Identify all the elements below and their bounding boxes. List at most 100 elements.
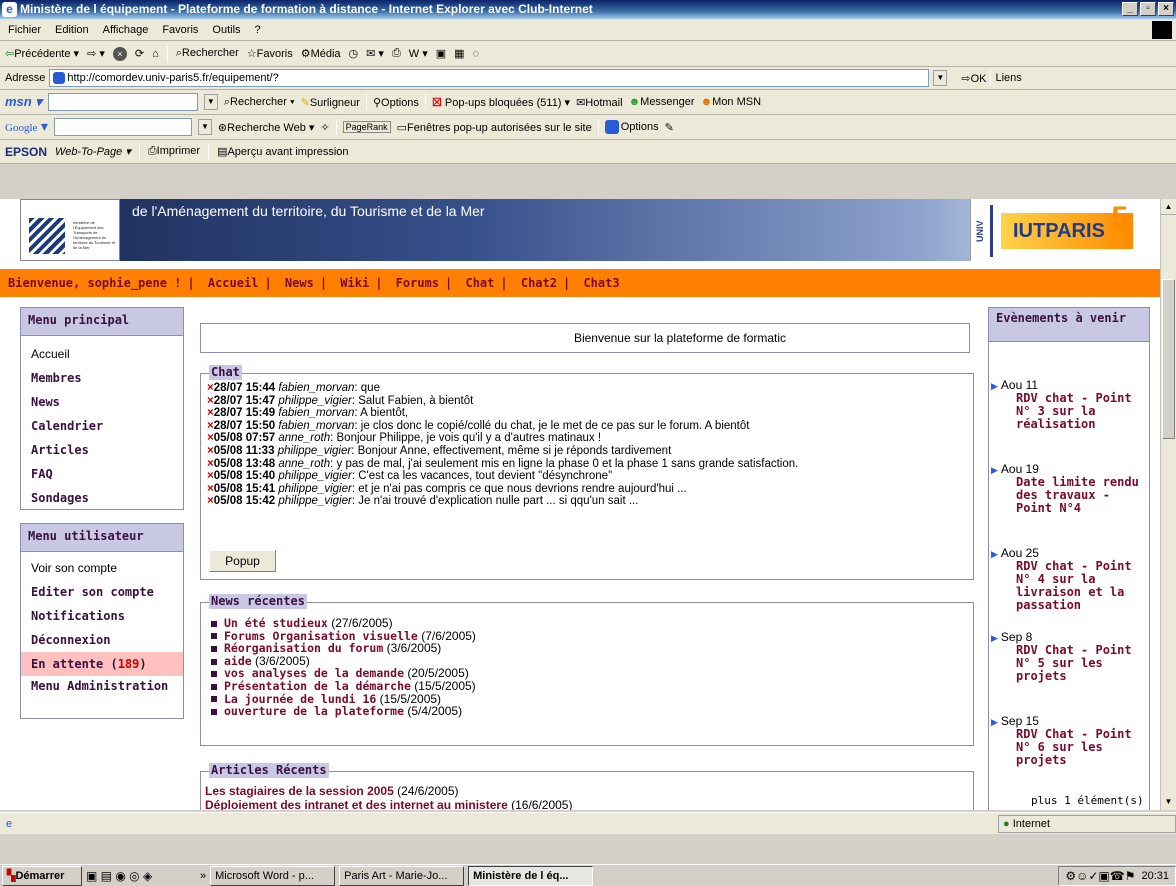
- window-title-bar[interactable]: e Ministère de l équipement - Plateforme…: [0, 0, 1176, 19]
- event-link[interactable]: RDV Chat - Point N° 5 sur les projets: [989, 644, 1149, 683]
- menu-item-membres[interactable]: Membres: [21, 366, 183, 390]
- task-ministere[interactable]: Ministère de l éq...: [468, 865, 594, 886]
- links-button[interactable]: Liens: [995, 72, 1021, 84]
- chat-popup-button[interactable]: Popup: [209, 550, 276, 572]
- article-link[interactable]: Les stagiaires de la session 2005: [205, 784, 394, 798]
- google-options-button[interactable]: Options: [604, 120, 659, 134]
- menu-outils[interactable]: Outils: [212, 24, 240, 36]
- delete-message-icon[interactable]: ×: [207, 483, 214, 495]
- event-link[interactable]: RDV chat - Point N° 3 sur la réalisation: [989, 392, 1149, 431]
- minimize-button[interactable]: _: [1122, 2, 1138, 16]
- chat-user[interactable]: fabien_morvan: [278, 420, 354, 432]
- tray-icons[interactable]: ⚙☺✓▣☎⚑: [1065, 869, 1135, 883]
- favorites-button[interactable]: ☆Favoris: [247, 47, 293, 60]
- nav-chat[interactable]: Chat: [465, 276, 494, 290]
- popup-blocked-button[interactable]: ☒ Pop-ups bloquées (511) ▾: [432, 96, 570, 109]
- event-link[interactable]: RDV chat - Point N° 4 sur la livraison e…: [989, 560, 1149, 612]
- delete-message-icon[interactable]: ×: [207, 445, 214, 457]
- back-button[interactable]: ⇦Précédente ▾: [5, 47, 79, 60]
- menu-item-news[interactable]: News: [21, 390, 183, 414]
- page-scrollbar[interactable]: ▲ ▼: [1160, 199, 1176, 810]
- menu-edition[interactable]: Edition: [55, 24, 89, 36]
- google-search-web-button[interactable]: ⊛Recherche Web ▾: [218, 121, 314, 134]
- task-word[interactable]: Microsoft Word - p...: [210, 865, 336, 886]
- triangle-right-icon[interactable]: ▶: [991, 717, 998, 727]
- menu-help[interactable]: ?: [255, 24, 261, 36]
- nav-wiki[interactable]: Wiki: [340, 276, 369, 290]
- triangle-right-icon[interactable]: ▶: [991, 381, 998, 391]
- maximize-button[interactable]: ▫: [1140, 2, 1156, 16]
- home-icon[interactable]: ⌂: [152, 48, 159, 60]
- close-button[interactable]: ×: [1158, 2, 1174, 16]
- nav-news[interactable]: News: [285, 276, 314, 290]
- pencil-icon[interactable]: ✎: [665, 121, 674, 134]
- quick-launch[interactable]: ▣ ▤ ◉ ◎ ◈: [86, 869, 196, 883]
- start-button[interactable]: ▚Démarrer: [2, 865, 82, 886]
- chat-user[interactable]: philippe_vigier: [278, 495, 352, 507]
- web-to-page-button[interactable]: Web-To-Page ▾: [55, 145, 131, 158]
- menu-item-deconnexion[interactable]: Déconnexion: [21, 628, 183, 652]
- discuss-icon[interactable]: ▣: [436, 47, 446, 60]
- google-logo[interactable]: Google ▾: [5, 119, 48, 136]
- messenger-button[interactable]: ☻Messenger: [629, 96, 695, 108]
- forward-button[interactable]: ⇨ ▾: [87, 47, 105, 60]
- event-link[interactable]: Date limite rendu des travaux - Point N°…: [989, 476, 1149, 515]
- edit-icon[interactable]: W ▾: [409, 47, 428, 60]
- media-button[interactable]: ⚙Média: [301, 47, 341, 60]
- chat-user[interactable]: philippe_vigier: [278, 470, 352, 482]
- scroll-down-icon[interactable]: ▼: [1161, 794, 1176, 810]
- menu-item-accueil[interactable]: Accueil: [21, 342, 183, 366]
- delete-message-icon[interactable]: ×: [207, 407, 214, 419]
- delete-message-icon[interactable]: ×: [207, 420, 214, 432]
- chat-user[interactable]: fabien_morvan: [278, 407, 354, 419]
- delete-message-icon[interactable]: ×: [207, 495, 214, 507]
- my-msn-button[interactable]: ☻Mon MSN: [701, 96, 761, 108]
- menu-item-calendrier[interactable]: Calendrier: [21, 414, 183, 438]
- highlight-button[interactable]: ✎Surligneur: [301, 96, 360, 109]
- menu-item-sondages[interactable]: Sondages: [21, 486, 183, 510]
- mail-icon[interactable]: ✉ ▾: [366, 47, 384, 60]
- scroll-up-icon[interactable]: ▲: [1161, 199, 1176, 215]
- news-link[interactable]: ouverture de la plateforme: [224, 704, 404, 718]
- print-icon[interactable]: ⎙: [392, 47, 401, 60]
- more-chevron-icon[interactable]: »: [200, 870, 206, 882]
- triangle-right-icon[interactable]: ▶: [991, 465, 998, 475]
- nav-accueil[interactable]: Accueil: [208, 276, 259, 290]
- chat-user[interactable]: anne_roth: [278, 432, 330, 444]
- pagerank-indicator[interactable]: PageRank: [342, 121, 391, 133]
- msn-search-input[interactable]: [47, 93, 198, 111]
- menu-item-faq[interactable]: FAQ: [21, 462, 183, 486]
- go-button[interactable]: ⇨OK: [961, 72, 986, 85]
- msn-options-button[interactable]: ⚲Options: [373, 96, 419, 109]
- triangle-right-icon[interactable]: ▶: [991, 633, 998, 643]
- history-icon[interactable]: ◷: [349, 47, 359, 60]
- delete-message-icon[interactable]: ×: [207, 458, 214, 470]
- article-link[interactable]: Déploiement des intranet et des internet…: [205, 798, 508, 810]
- address-input[interactable]: http://comordev.univ-paris5.fr/equipemen…: [49, 69, 930, 87]
- messenger-icon[interactable]: ◌: [473, 48, 480, 60]
- delete-message-icon[interactable]: ×: [207, 470, 214, 482]
- nav-forums[interactable]: Forums: [396, 276, 439, 290]
- address-dropdown[interactable]: ▼: [933, 70, 948, 86]
- msn-search-button[interactable]: ⌕Rechercher ▾: [224, 96, 295, 109]
- refresh-icon[interactable]: ⟳: [135, 47, 144, 60]
- menu-favoris[interactable]: Favoris: [162, 24, 198, 36]
- chat-user[interactable]: philippe_vigier: [278, 445, 352, 457]
- chat-user[interactable]: philippe_vigier: [278, 395, 352, 407]
- menu-item-en-attente[interactable]: En attente (189): [21, 652, 183, 676]
- menu-item-editer-compte[interactable]: Editer son compte: [21, 580, 183, 604]
- hotmail-button[interactable]: ✉Hotmail: [576, 96, 623, 109]
- nav-chat3[interactable]: Chat3: [583, 276, 619, 290]
- triangle-right-icon[interactable]: ▶: [991, 549, 998, 559]
- menu-item-administration[interactable]: Menu Administration: [21, 676, 183, 706]
- popups-allowed-button[interactable]: ▭Fenêtres pop-up autorisées sur le site: [397, 121, 592, 134]
- google-search-input[interactable]: [53, 118, 192, 136]
- msn-logo-icon[interactable]: msn ▾: [5, 94, 42, 110]
- menu-item-articles[interactable]: Articles: [21, 438, 183, 462]
- research-icon[interactable]: ▦: [454, 47, 464, 60]
- print-button[interactable]: ⎙Imprimer: [148, 145, 200, 158]
- chat-user[interactable]: fabien_morvan: [278, 382, 354, 394]
- events-more-link[interactable]: plus 1 élément(s): [1031, 794, 1144, 807]
- msn-search-dropdown[interactable]: ▼: [203, 94, 218, 110]
- menu-fichier[interactable]: Fichier: [8, 24, 41, 36]
